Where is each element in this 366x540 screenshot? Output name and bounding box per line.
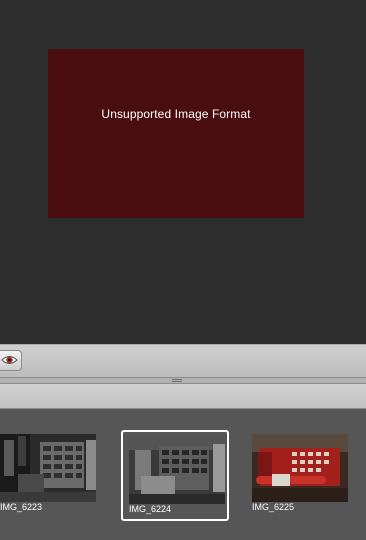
- preview-toggle-button[interactable]: [0, 350, 22, 371]
- splitter-grip-icon: [172, 378, 182, 383]
- thumbnail-img-6225[interactable]: IMG_6225: [246, 430, 354, 521]
- thumbnail-label: IMG_6225: [252, 502, 295, 512]
- error-message: Unsupported Image Format: [101, 107, 251, 121]
- thumbnail-image: [129, 436, 225, 504]
- thumbnail-image: [0, 434, 96, 502]
- unsupported-format-panel: Unsupported Image Format: [48, 49, 304, 218]
- thumbnail-label: IMG_6224: [129, 504, 172, 514]
- image-viewer: Unsupported Image Format: [0, 0, 366, 344]
- thumbnail-image: [252, 434, 348, 502]
- thumbnail-img-6224[interactable]: IMG_6224: [121, 430, 229, 521]
- thumbnail-img-6223[interactable]: IMG_6223: [0, 430, 102, 521]
- panel-splitter[interactable]: [0, 377, 366, 384]
- thumbnail-label: IMG_6223: [0, 502, 43, 512]
- filmstrip: IMG_6223 IMG_6224 IMG_6225: [0, 409, 366, 540]
- viewer-toolbar: [0, 344, 366, 377]
- filmstrip-header: [0, 384, 366, 409]
